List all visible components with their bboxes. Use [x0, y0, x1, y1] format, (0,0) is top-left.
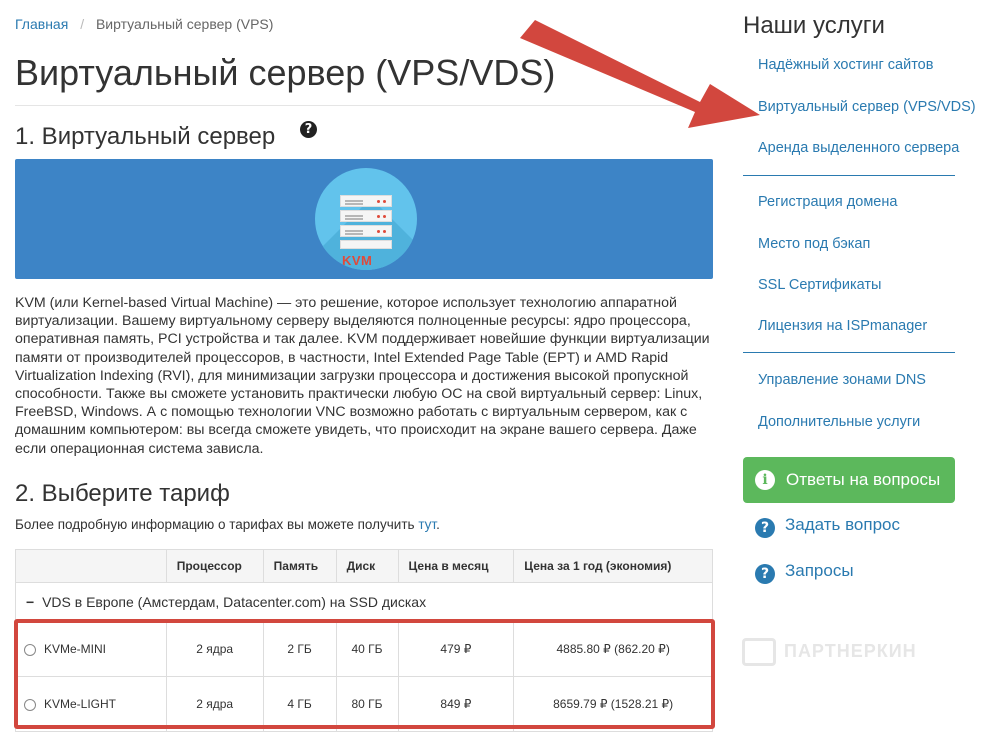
section-virtual-server-title: 1. Виртуальный сервер [15, 123, 276, 150]
plan-disk: 80 ГБ [335, 676, 399, 732]
tariff-note: Более подробную информацию о тарифах вы … [15, 517, 440, 532]
kvm-description: KVM (или Kernel-based Virtual Machine) —… [15, 295, 710, 457]
sidebar-item-ispmanager[interactable]: Лицензия на ISPmanager [758, 318, 927, 334]
sidebar-item-extra[interactable]: Дополнительные услуги [758, 414, 920, 430]
table-row[interactable]: KVMe-LIGHT 2 ядра 4 ГБ 80 ГБ 849 ₽ 8659.… [15, 676, 713, 732]
sidebar-item-vps[interactable]: Виртуальный сервер (VPS/VDS) [758, 99, 976, 115]
plan-radio[interactable] [24, 643, 36, 656]
column-header-disk: Диск [335, 549, 399, 583]
plan-radio[interactable] [24, 698, 36, 711]
plan-group-cell[interactable]: − VDS в Европе (Амстердам, Datacenter.co… [15, 582, 713, 622]
sidebar-divider [743, 175, 955, 176]
kvm-label: KVM [342, 253, 373, 268]
page-title: Виртуальный сервер (VPS/VDS) [15, 52, 556, 93]
column-header-cpu: Процессор [165, 549, 264, 583]
breadcrumb-home-link[interactable]: Главная [15, 16, 68, 32]
breadcrumb-current: Виртуальный сервер (VPS) [95, 16, 274, 32]
column-header [15, 549, 167, 583]
plan-year-price: 8659.79 ₽ (1528.21 ₽) [513, 676, 713, 732]
plan-ram: 2 ГБ [262, 621, 337, 677]
column-header-year-price: Цена за 1 год (экономия) [513, 549, 713, 583]
watermark-logo-icon [742, 638, 776, 666]
sidebar-divider [743, 352, 955, 353]
column-header-month-price: Цена в месяц [397, 549, 515, 583]
question-icon: ? [755, 564, 775, 584]
table-header-row: Процессор Память Диск Цена в месяц Цена … [15, 549, 713, 583]
plan-group-label: VDS в Европе (Амстердам, Datacenter.com)… [42, 594, 427, 610]
ask-question-link[interactable]: ? Задать вопрос [755, 515, 900, 538]
plan-name: KVMe-LIGHT [44, 697, 117, 711]
table-row[interactable]: KVMe-MINI 2 ядра 2 ГБ 40 ГБ 479 ₽ 4885.8… [15, 621, 713, 677]
server-icon: KVM [315, 168, 417, 270]
sidebar-item-hosting[interactable]: Надёжный хостинг сайтов [758, 57, 933, 73]
faq-button-label: Ответы на вопросы [786, 470, 941, 489]
plan-year-price: 4885.80 ₽ (862.20 ₽) [513, 621, 713, 677]
plan-ram: 4 ГБ [262, 676, 337, 732]
faq-button[interactable]: i Ответы на вопросы [743, 457, 955, 503]
section-choose-plan-title: 2. Выберите тариф [15, 480, 230, 507]
plan-name: KVMe-MINI [44, 642, 107, 656]
breadcrumb: Главная / Виртуальный сервер (VPS) [15, 16, 273, 32]
sidebar-item-ssl[interactable]: SSL Сертификаты [758, 277, 881, 293]
question-icon: ? [755, 518, 775, 538]
watermark: ПАРТНЕРКИН [742, 638, 917, 666]
sidebar-title: Наши услуги [743, 12, 885, 39]
plans-table: Процессор Память Диск Цена в месяц Цена … [15, 549, 713, 732]
plan-month-price: 849 ₽ [397, 676, 515, 732]
info-icon: i [755, 470, 775, 490]
plan-name-cell[interactable]: KVMe-LIGHT [15, 676, 167, 732]
plan-name-cell[interactable]: KVMe-MINI [15, 621, 167, 677]
sidebar-item-dns[interactable]: Управление зонами DNS [758, 372, 926, 388]
requests-label: Запросы [785, 561, 854, 580]
breadcrumb-separator: / [80, 16, 85, 32]
plan-disk: 40 ГБ [335, 621, 399, 677]
column-header-ram: Память [262, 549, 337, 583]
ask-question-label: Задать вопрос [785, 515, 900, 534]
plan-month-price: 479 ₽ [397, 621, 515, 677]
sidebar-item-dedicated[interactable]: Аренда выделенного сервера [758, 140, 959, 156]
requests-link[interactable]: ? Запросы [755, 561, 854, 584]
plan-cpu: 2 ядра [165, 676, 264, 732]
watermark-text: ПАРТНЕРКИН [784, 640, 917, 661]
help-icon[interactable]: ? [300, 121, 317, 138]
collapse-toggle-icon[interactable]: − [26, 594, 34, 610]
sidebar-item-domain[interactable]: Регистрация домена [758, 194, 897, 210]
kvm-banner: KVM [15, 159, 713, 279]
plan-group-row[interactable]: − VDS в Европе (Амстердам, Datacenter.co… [15, 582, 713, 622]
plan-cpu: 2 ядра [165, 621, 264, 677]
sidebar-item-backup[interactable]: Место под бэкап [758, 236, 870, 252]
tariff-info-link[interactable]: тут [418, 517, 436, 532]
title-divider [15, 105, 713, 106]
